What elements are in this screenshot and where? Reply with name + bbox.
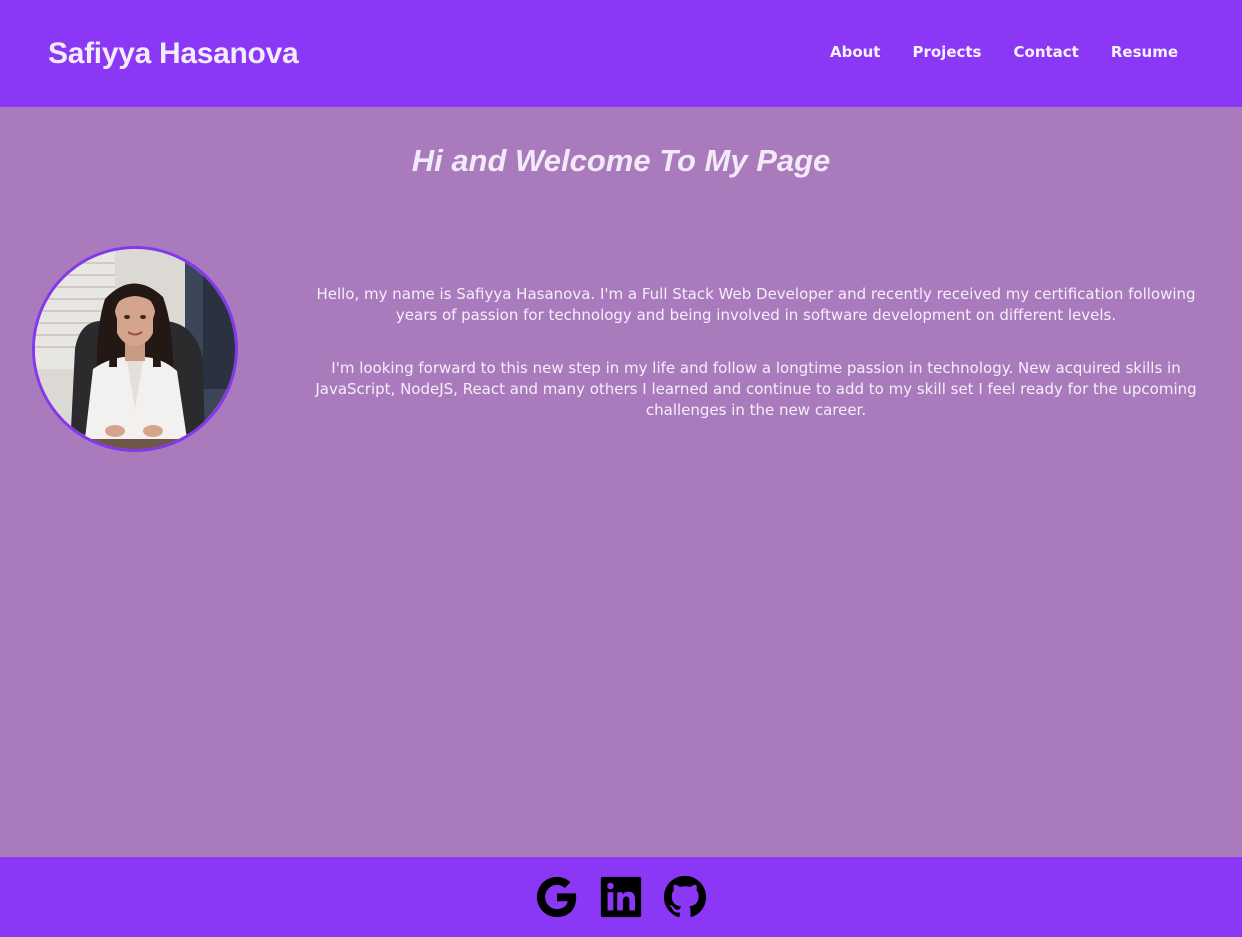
nav-projects-link[interactable]: Projects: [912, 43, 981, 61]
main-nav: About Projects Contact Resume: [830, 43, 1178, 61]
site-title[interactable]: Safiyya Hasanova: [48, 37, 299, 71]
bio-paragraph: Hello, my name is Safiyya Hasanova. I'm …: [316, 285, 1196, 324]
linkedin-icon[interactable]: [598, 874, 644, 920]
bio-paragraph: I'm looking forward to this new step in …: [315, 359, 1197, 419]
profile-photo-illustration: [35, 249, 235, 449]
site-footer: [0, 857, 1242, 937]
google-icon[interactable]: [534, 874, 580, 920]
welcome-heading: Hi and Welcome To My Page: [411, 143, 831, 178]
nav-resume-link[interactable]: Resume: [1111, 43, 1178, 61]
bio-text: Hello, my name is Safiyya Hasanova. I'm …: [300, 284, 1212, 421]
site-header: Safiyya Hasanova About Projects Contact …: [0, 0, 1242, 107]
profile-photo: [32, 246, 238, 452]
nav-about-link[interactable]: About: [830, 43, 881, 61]
github-icon[interactable]: [662, 874, 708, 920]
nav-contact-link[interactable]: Contact: [1014, 43, 1079, 61]
